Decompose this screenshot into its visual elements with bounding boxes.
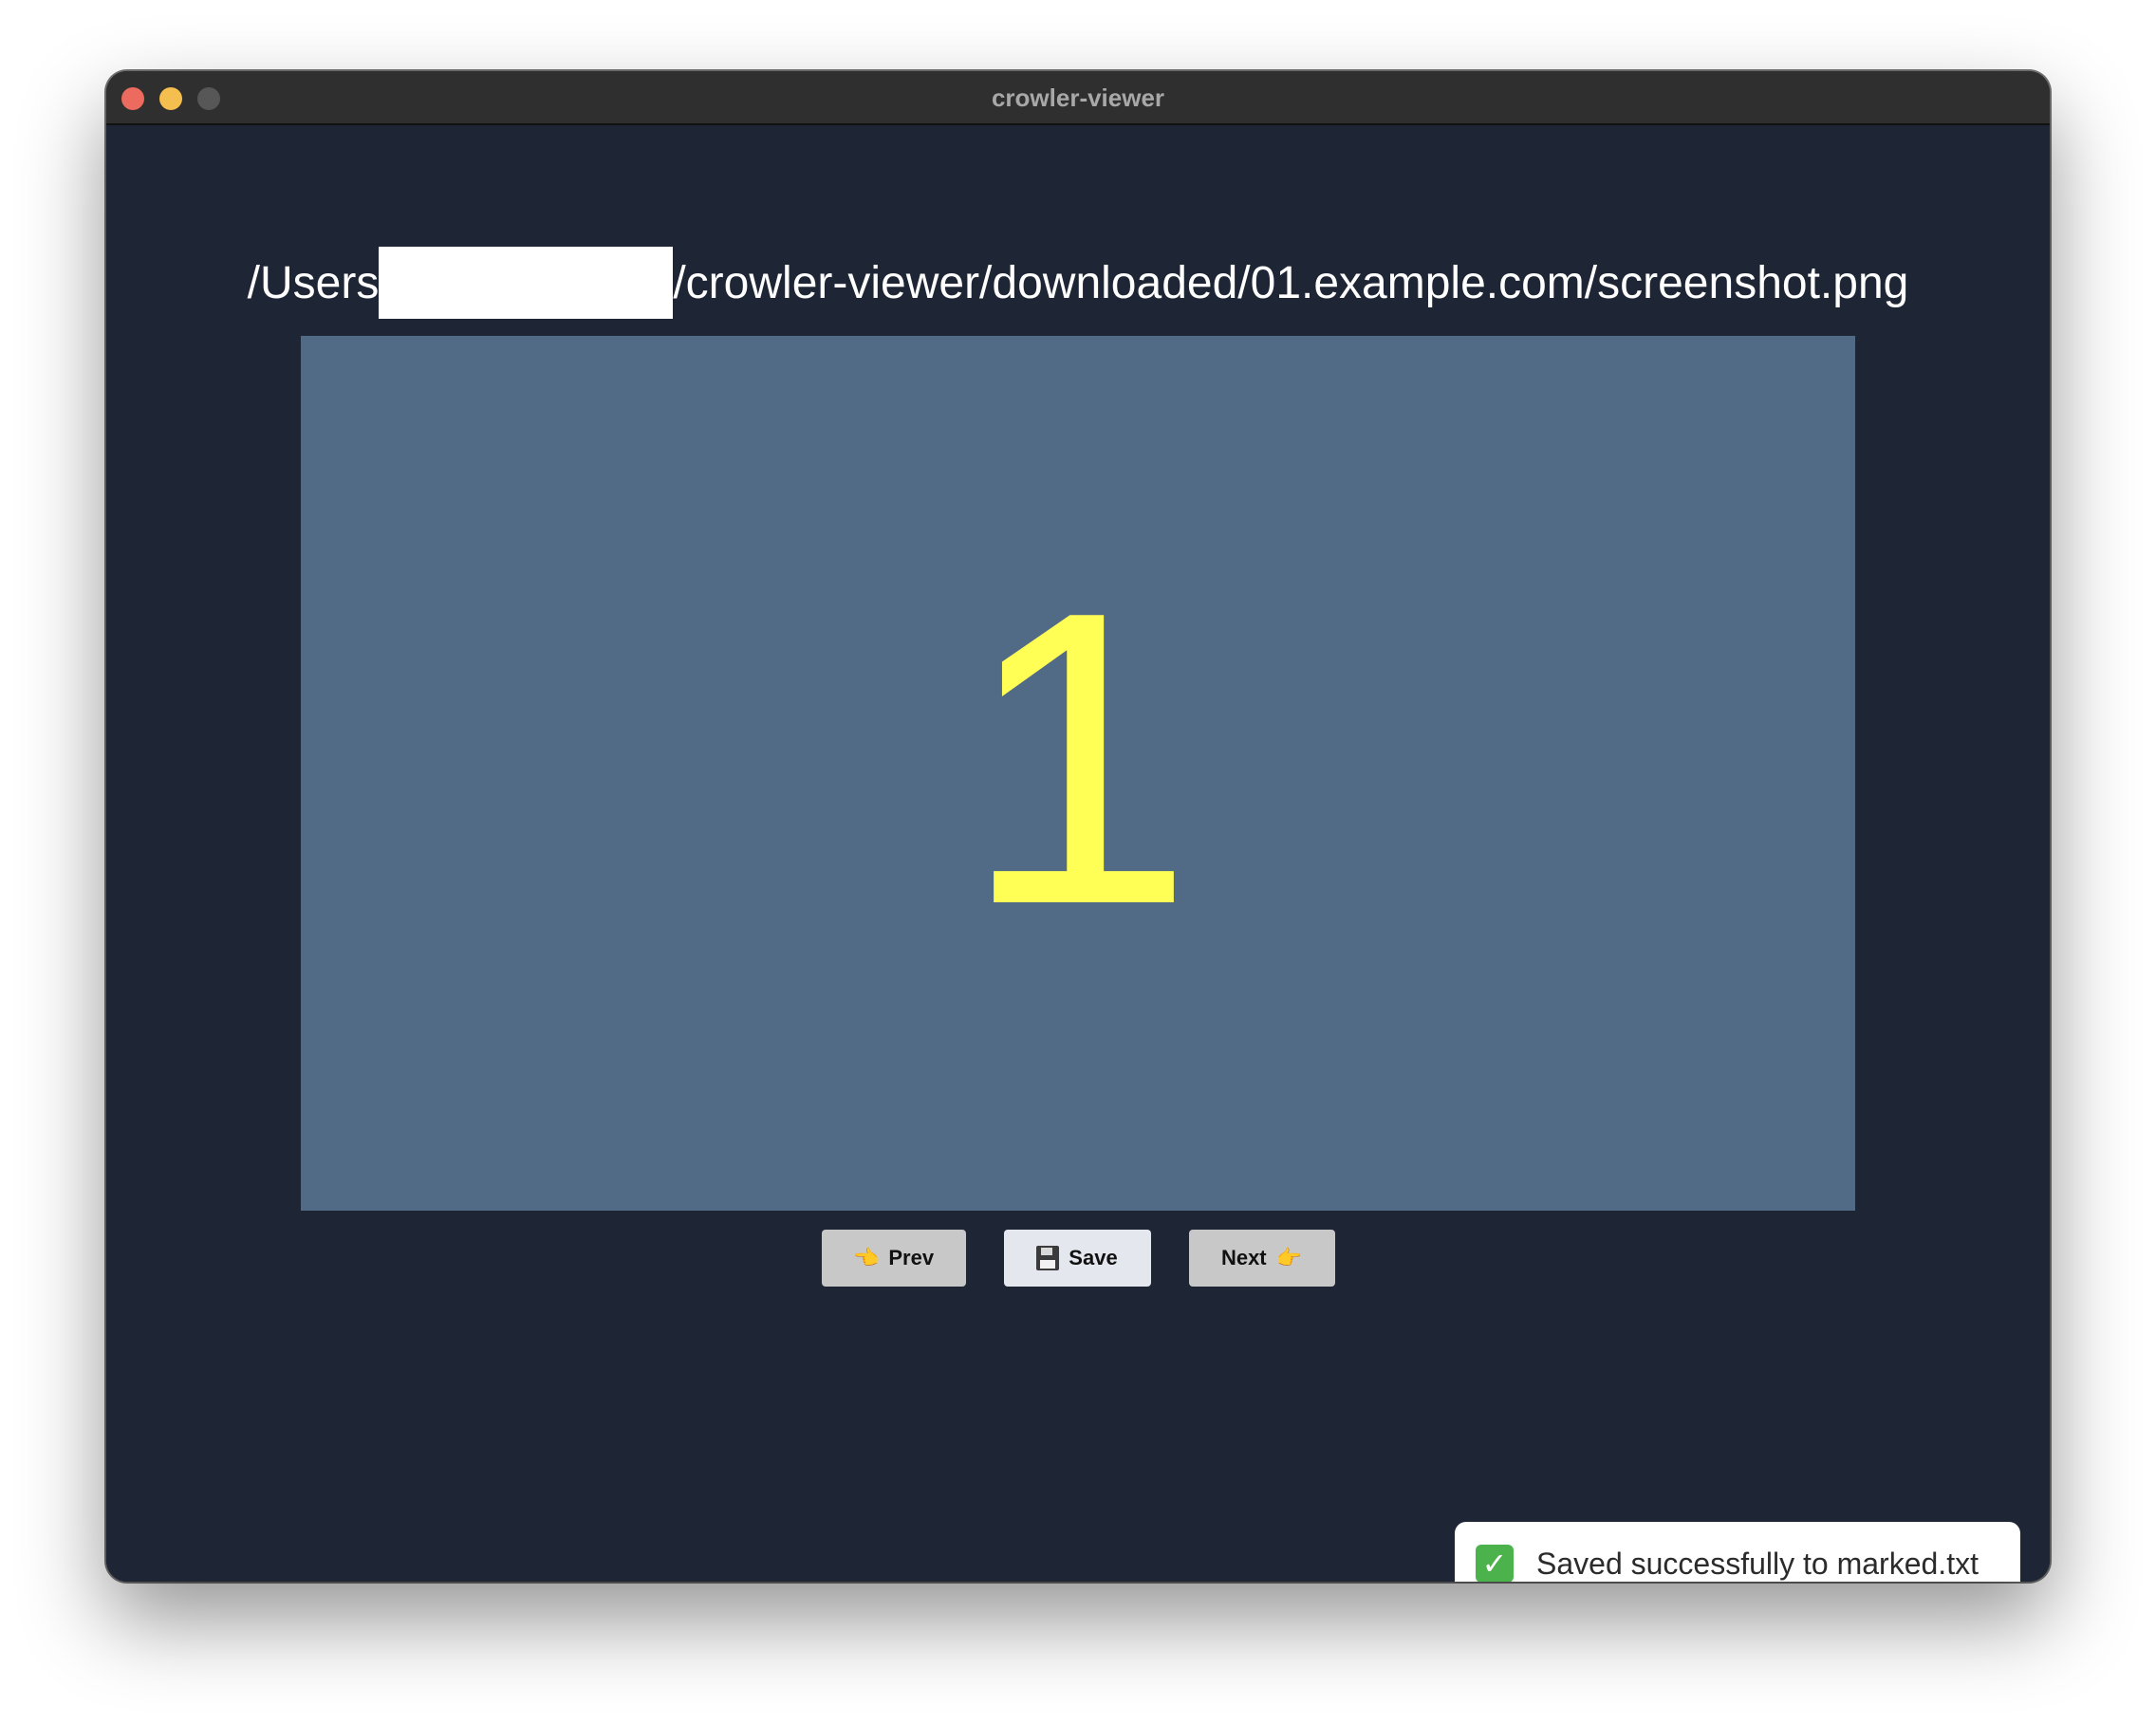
save-button-label: Save [1069,1246,1118,1269]
check-mark-icon: ✓ [1476,1545,1514,1582]
window-title: crowler-viewer [991,83,1165,112]
screenshot-digit: 1 [961,526,1195,991]
app-window: crowler-viewer /Users /crowler-viewer/do… [106,71,2050,1582]
toast-message: Saved successfully to marked.txt [1536,1546,1979,1581]
file-path: /Users /crowler-viewer/downloaded/01.exa… [106,247,2050,319]
next-button-label: Next [1220,1246,1267,1269]
prev-button-label: Prev [888,1246,935,1269]
navigation-buttons: 👈 Prev Save Next 👉 [106,1230,2050,1287]
next-button[interactable]: Next 👉 [1188,1230,1335,1287]
screenshot-preview: 1 [301,336,1855,1211]
pointing-left-icon: 👈 [852,1246,880,1270]
save-button[interactable]: Save [1003,1230,1151,1287]
prev-button[interactable]: 👈 Prev [821,1230,966,1287]
save-toast: ✓ Saved successfully to marked.txt [1455,1522,2020,1582]
file-path-suffix: /crowler-viewer/downloaded/01.example.co… [673,257,1909,308]
floppy-disk-icon [1036,1246,1060,1270]
title-bar[interactable]: crowler-viewer [106,71,2050,125]
redacted-username [379,247,674,319]
pointing-right-icon: 👉 [1275,1246,1303,1270]
file-path-prefix: /Users [247,257,380,308]
main-content: /Users /crowler-viewer/downloaded/01.exa… [106,125,2050,1582]
